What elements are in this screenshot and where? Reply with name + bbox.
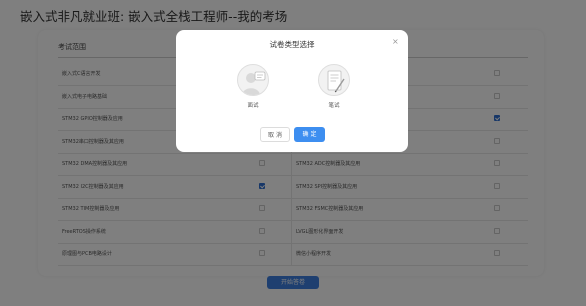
option-interview-label: 面试 <box>247 103 259 109</box>
option-written[interactable]: 笔试 <box>314 64 354 110</box>
written-exam-paper-icon <box>318 64 350 96</box>
cancel-button[interactable]: 取 消 <box>260 127 290 142</box>
interview-person-icon <box>237 64 269 96</box>
close-icon[interactable]: × <box>392 37 399 46</box>
confirm-button[interactable]: 确 定 <box>294 127 325 142</box>
exam-type-modal: 试卷类型选择 × 面试 笔试 取 消 确 定 <box>176 30 408 152</box>
option-written-label: 笔试 <box>328 103 340 109</box>
option-interview[interactable]: 面试 <box>233 64 273 110</box>
modal-title: 试卷类型选择 <box>269 40 315 49</box>
